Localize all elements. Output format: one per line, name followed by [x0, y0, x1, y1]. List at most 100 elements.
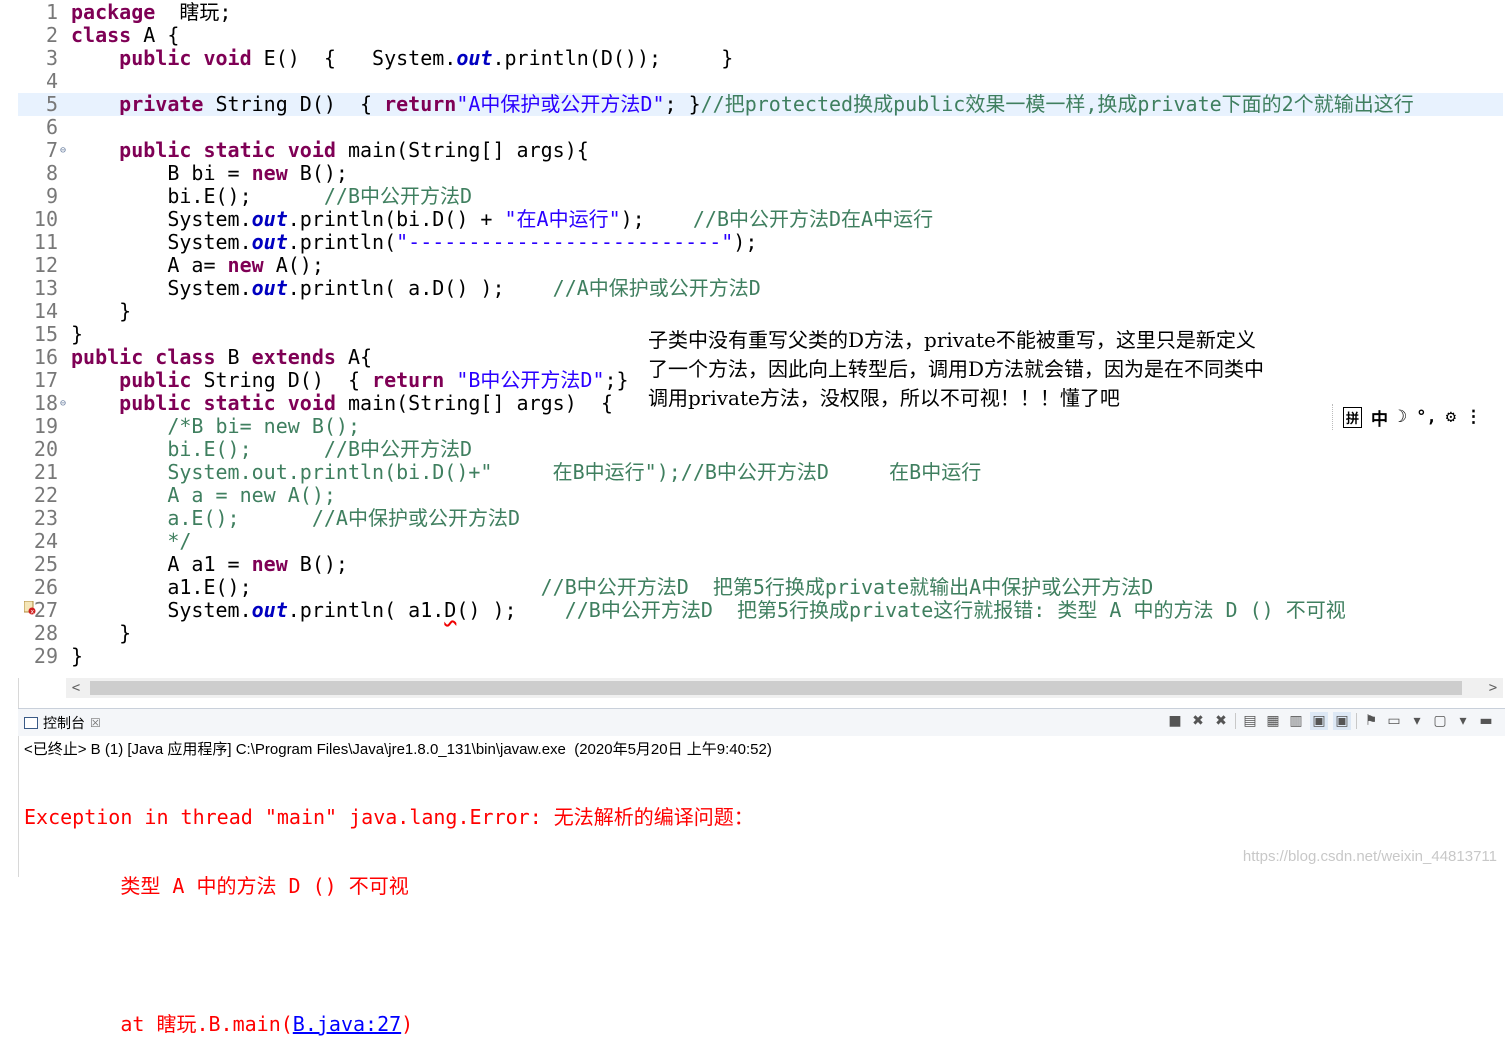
code-text: public class B extends A{	[71, 346, 372, 369]
code-text: bi.E(); //B中公开方法D	[71, 438, 472, 461]
code-line[interactable]: 2 class A {	[18, 24, 1503, 47]
stack-text: at 瞎玩.B.main(	[24, 1012, 293, 1036]
open-console-icon[interactable]: ▢	[1431, 712, 1449, 730]
console-tab-bar: 控制台 ☒ ■ ✖ ✖ ▤ ▦ ▥ ▣ ▣ ⚑ ▭ ▾ ▢ ▾ ▬	[18, 708, 1505, 736]
code-line[interactable]: 21 System.out.println(bi.D()+" 在B中运行");/…	[18, 461, 1503, 484]
minimize-icon[interactable]: ▬	[1477, 712, 1495, 730]
show-on-stderr-icon[interactable]: ▣	[1333, 712, 1351, 730]
terminate-icon[interactable]: ■	[1166, 712, 1184, 730]
close-icon[interactable]: ☒	[90, 716, 101, 730]
code-token: ; }	[664, 92, 701, 116]
code-line[interactable]: 26 a1.E(); //B中公开方法D 把第5行换成private就输出A中保…	[18, 576, 1503, 599]
ime-pinyin-icon[interactable]: 拼	[1343, 406, 1363, 428]
code-token: */	[167, 529, 192, 553]
code-token: public void	[119, 46, 252, 70]
remove-all-icon[interactable]: ✖	[1212, 712, 1230, 730]
code-line[interactable]: 20 bi.E(); //B中公开方法D	[18, 438, 1503, 461]
code-token: A a = new A();	[167, 483, 336, 507]
code-line[interactable]: 9 bi.E(); //B中公开方法D	[18, 185, 1503, 208]
code-line[interactable]: 22 A a = new A();	[18, 484, 1503, 507]
code-token: //B中公开方法D	[323, 184, 473, 208]
code-line[interactable]: 3 public void E() { System.out.println(D…	[18, 47, 1503, 70]
code-line[interactable]: 13 System.out.println( a.D() ); //A中保护或公…	[18, 277, 1503, 300]
fold-icon[interactable]: ⊖	[60, 392, 66, 415]
code-line[interactable]: 5 private String D() { return"A中保护或公开方法D…	[18, 93, 1503, 116]
ime-language-toggle[interactable]: 中	[1371, 405, 1388, 430]
code-line[interactable]: 12 A a= new A();	[18, 254, 1503, 277]
code-line[interactable]: 28 }	[18, 622, 1503, 645]
code-token: a1.E();	[71, 575, 541, 599]
display-console-icon[interactable]: ▭	[1385, 712, 1403, 730]
code-line[interactable]: 29}	[18, 645, 1503, 668]
word-wrap-icon[interactable]: ▥	[1287, 712, 1305, 730]
punctuation-icon[interactable]: °,	[1416, 407, 1436, 427]
code-line[interactable]: 23 a.E(); //A中保护或公开方法D	[18, 507, 1503, 530]
line-number: 18	[33, 391, 58, 415]
show-on-stdout-icon[interactable]: ▣	[1310, 712, 1328, 730]
code-line[interactable]: 27 System.out.println( a1.D() ); //B中公开方…	[18, 599, 1503, 622]
code-token: B();	[287, 161, 348, 185]
fold-icon[interactable]: ⊖	[60, 139, 66, 162]
pin-console-icon[interactable]: ⚑	[1362, 712, 1380, 730]
remove-launch-icon[interactable]: ✖	[1189, 712, 1207, 730]
code-line[interactable]: 14 }	[18, 300, 1503, 323]
code-token: //A中保护或公开方法D	[552, 276, 761, 300]
more-icon[interactable]: ⋮	[1465, 407, 1482, 427]
code-line[interactable]: 4	[18, 70, 1503, 93]
code-token: main(String[] args){	[335, 138, 589, 162]
code-line[interactable]: 10 System.out.println(bi.D() + "在A中运行");…	[18, 208, 1503, 231]
scroll-right-arrow[interactable]: >	[1483, 678, 1503, 698]
code-token: 瞎玩;	[155, 0, 232, 24]
scroll-lock-icon[interactable]: ▦	[1264, 712, 1282, 730]
line-number: 12	[33, 253, 58, 277]
console-output[interactable]: Exception in thread "main" java.lang.Err…	[24, 760, 754, 1059]
code-token: out	[251, 276, 288, 300]
tab-console[interactable]: 控制台 ☒	[24, 711, 101, 735]
code-token: new	[227, 253, 264, 277]
code-token: System.	[71, 230, 252, 254]
chevron-down-icon[interactable]: ▾	[1454, 712, 1472, 730]
code-line[interactable]: 19 /*B bi= new B();	[18, 415, 1503, 438]
code-token: System.	[71, 276, 252, 300]
code-token: out	[456, 46, 493, 70]
annotation-line: 子类中没有重写父类的D方法，private不能被重写，这里只是新定义	[648, 328, 1256, 352]
code-line[interactable]: 7 ⊖ public static void main(String[] args…	[18, 139, 1503, 162]
chevron-down-icon[interactable]: ▾	[1408, 712, 1426, 730]
console-line: at 瞎玩.B.main(B.java:27)	[24, 1013, 754, 1036]
code-line[interactable]: 6	[18, 116, 1503, 139]
line-number: 20	[33, 437, 58, 461]
scrollbar-thumb[interactable]	[90, 681, 1462, 695]
ime-toolbar[interactable]: 拼 中 ☽ °, ⚙ ⋮	[1332, 404, 1482, 430]
code-token: String D() {	[203, 92, 385, 116]
code-token: B	[215, 345, 252, 369]
code-token: "--------------------------"	[396, 230, 734, 254]
scroll-left-arrow[interactable]: <	[66, 678, 86, 698]
code-token: bi.E(); //B中公开方法D	[167, 437, 473, 461]
code-line[interactable]: 11 System.out.println("-----------------…	[18, 231, 1503, 254]
code-line[interactable]: 1 package 瞎玩;	[18, 1, 1503, 24]
code-line[interactable]: 8 B bi = new B();	[18, 162, 1503, 185]
line-number: 15	[33, 322, 58, 346]
code-token: B bi =	[71, 161, 252, 185]
code-text: System.out.println( a1.D() ); //B中公开方法D …	[71, 599, 1345, 622]
code-token: System.	[71, 207, 252, 231]
line-number: 21	[33, 460, 58, 484]
code-line[interactable]: 25 A a1 = new B();	[18, 553, 1503, 576]
line-number: 4	[45, 69, 58, 93]
code-token: out	[251, 230, 288, 254]
clear-console-icon[interactable]: ▤	[1241, 712, 1259, 730]
moon-icon[interactable]: ☽	[1397, 407, 1407, 427]
stack-trace-link[interactable]: B.java:27	[293, 1012, 401, 1036]
horizontal-scrollbar[interactable]: < >	[66, 678, 1503, 698]
line-number: 16	[33, 345, 58, 369]
code-line[interactable]: 24 */	[18, 530, 1503, 553]
gear-icon[interactable]: ⚙	[1446, 407, 1456, 427]
annotation-line: 了一个方法，因此向上转型后，调用D方法就会错，因为是在不同类中	[648, 357, 1265, 381]
code-text: package 瞎玩;	[71, 1, 231, 24]
